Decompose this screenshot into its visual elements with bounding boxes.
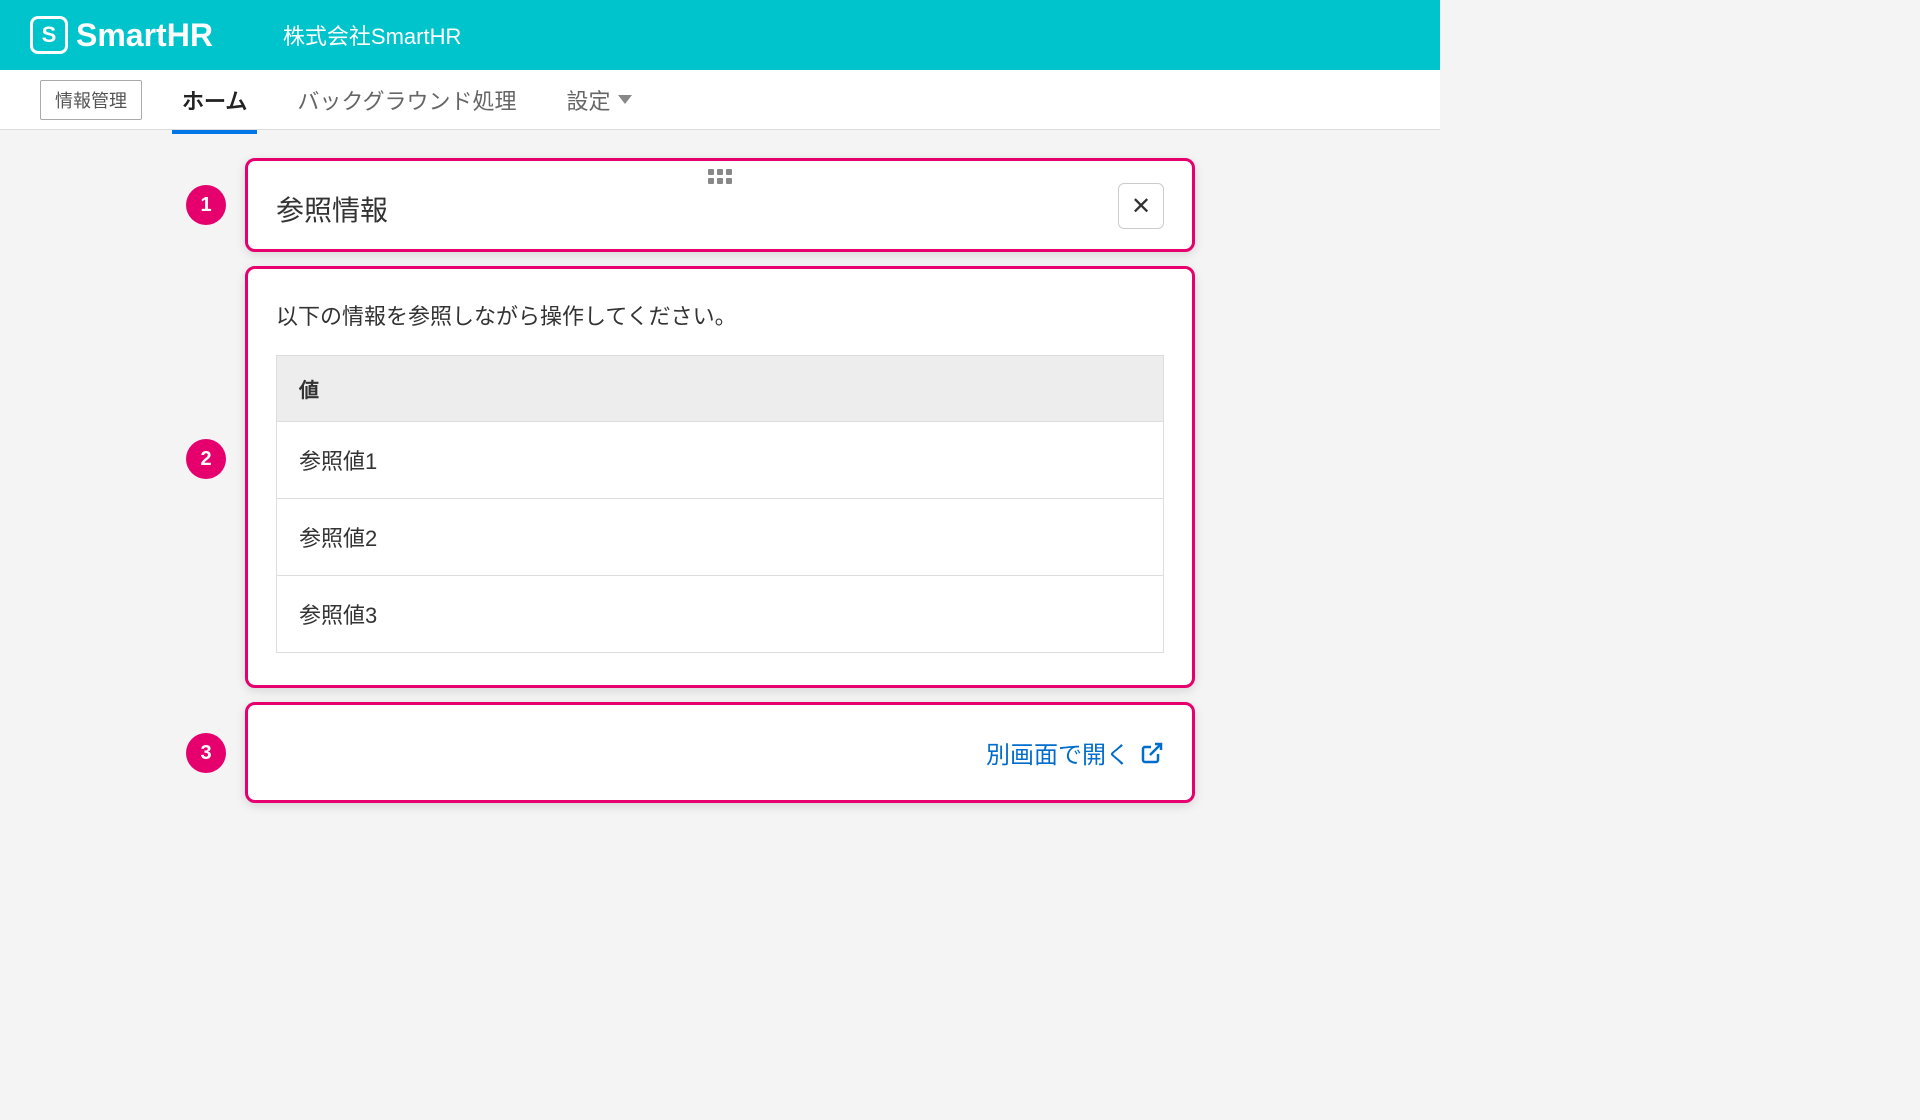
close-icon: ✕ bbox=[1131, 192, 1151, 221]
panel-description: 以下の情報を参照しながら操作してください。 bbox=[276, 299, 1164, 331]
open-in-new-window-link[interactable]: 別画面で開く bbox=[986, 735, 1164, 770]
external-link-icon bbox=[1140, 741, 1164, 765]
app-header: S SmartHR 株式会社SmartHR bbox=[0, 0, 1440, 70]
logo-mark-icon: S bbox=[30, 16, 68, 54]
table-row: 参照値1 bbox=[277, 421, 1163, 498]
panel-footer-section: 3 別画面で開く bbox=[245, 702, 1195, 803]
callout-badge-3: 3 bbox=[186, 733, 226, 773]
drag-handle-icon[interactable] bbox=[708, 169, 732, 184]
table-row: 参照値3 bbox=[277, 575, 1163, 652]
tab-settings[interactable]: 設定 bbox=[556, 68, 642, 132]
table-header-value: 値 bbox=[277, 356, 1163, 421]
logo[interactable]: S SmartHR bbox=[30, 16, 213, 54]
reference-table: 値 参照値1 参照値2 参照値3 bbox=[276, 355, 1164, 653]
tab-background-processing[interactable]: バックグラウンド処理 bbox=[287, 68, 526, 132]
tab-settings-label: 設定 bbox=[566, 84, 610, 116]
logo-text: SmartHR bbox=[76, 17, 213, 54]
chevron-down-icon bbox=[618, 95, 632, 104]
main-canvas: 1 参照情報 ✕ 2 以下の情報を参照しながら操作してください。 値 参照値1 … bbox=[0, 130, 1440, 845]
company-name: 株式会社SmartHR bbox=[283, 19, 461, 51]
panel-body-section: 2 以下の情報を参照しながら操作してください。 値 参照値1 参照値2 参照値3 bbox=[245, 266, 1195, 688]
callout-badge-2: 2 bbox=[186, 439, 226, 479]
close-button[interactable]: ✕ bbox=[1118, 183, 1164, 229]
main-nav: 情報管理 ホーム バックグラウンド処理 設定 bbox=[0, 70, 1440, 130]
table-row: 参照値2 bbox=[277, 498, 1163, 575]
tab-home[interactable]: ホーム bbox=[172, 68, 257, 132]
panel-header-section: 1 参照情報 ✕ bbox=[245, 158, 1195, 252]
panel-title: 参照情報 bbox=[276, 189, 388, 229]
panel-stack: 1 参照情報 ✕ 2 以下の情報を参照しながら操作してください。 値 参照値1 … bbox=[245, 158, 1195, 817]
callout-badge-1: 1 bbox=[186, 185, 226, 225]
nav-category-badge: 情報管理 bbox=[40, 80, 142, 120]
open-link-label: 別画面で開く bbox=[986, 735, 1130, 770]
